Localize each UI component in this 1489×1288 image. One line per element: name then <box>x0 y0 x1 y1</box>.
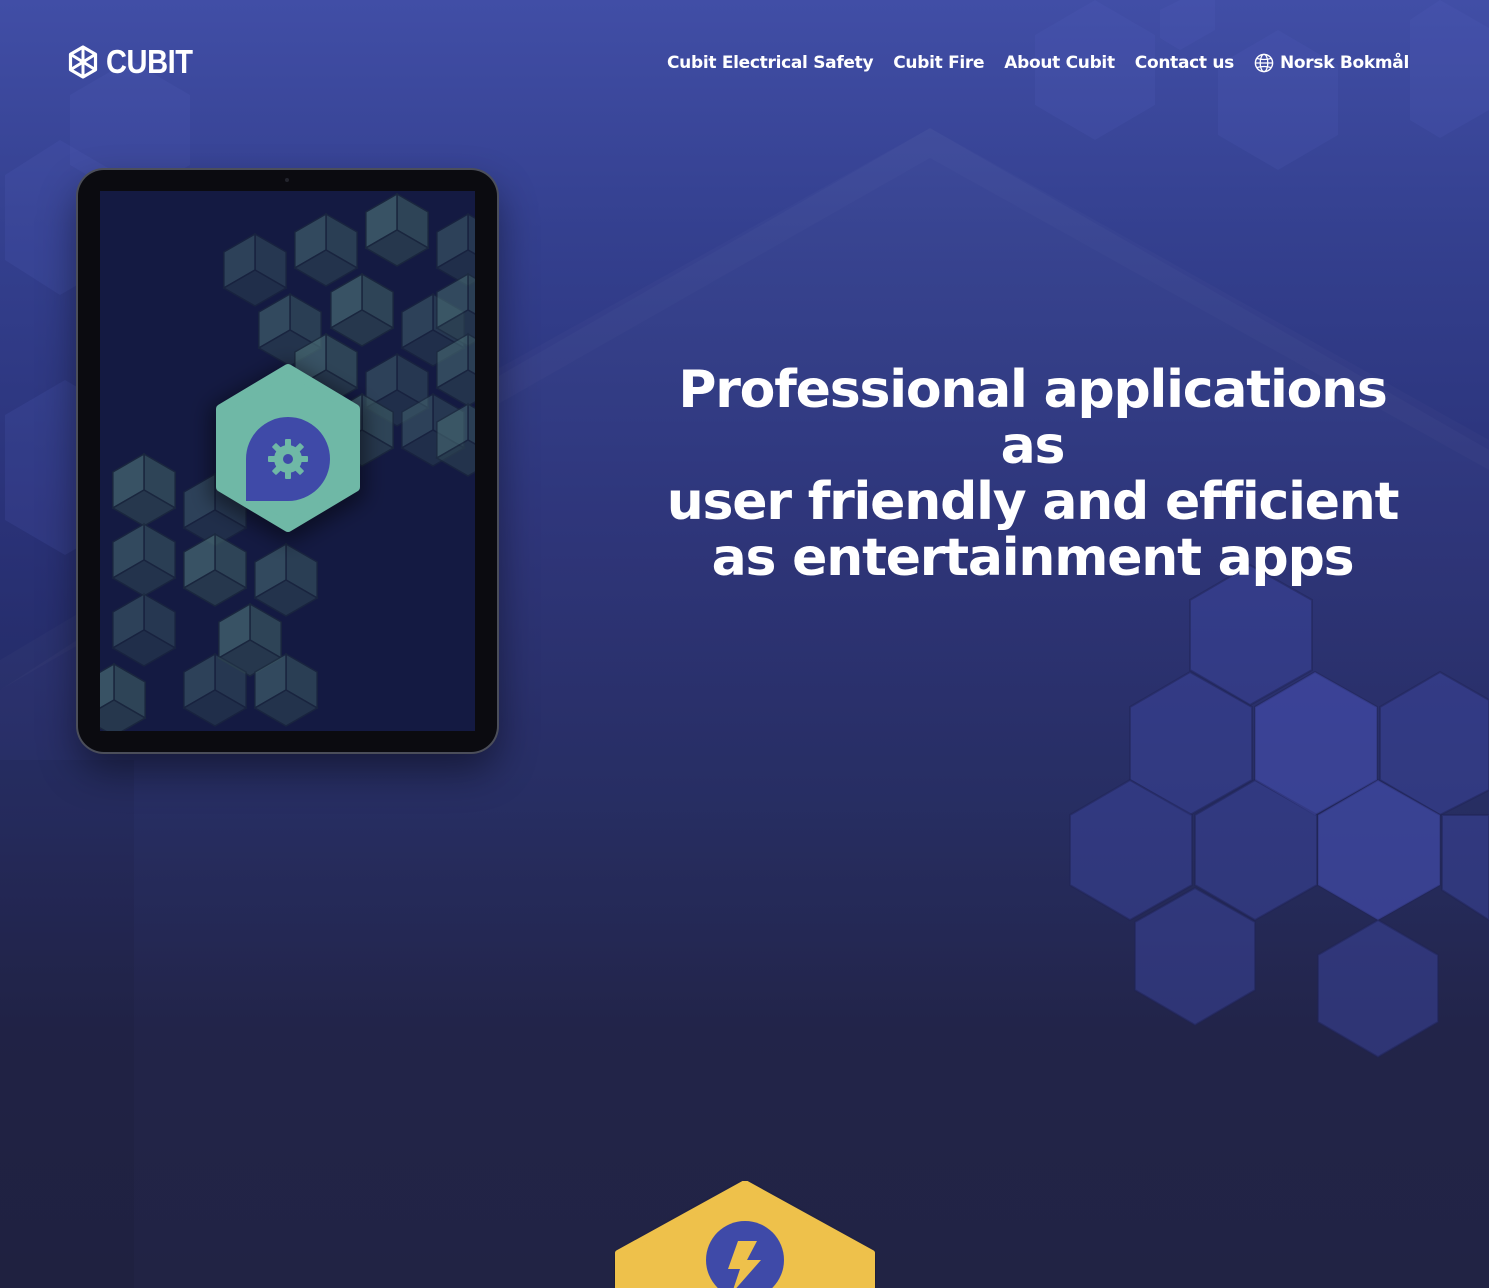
hero-line-1: Professional applications as <box>678 360 1388 476</box>
nav-link-electrical-safety[interactable]: Cubit Electrical Safety <box>667 48 874 78</box>
language-selector[interactable]: Norsk Bokmål <box>1254 48 1409 78</box>
site-header: CUBIT Cubit Electrical Safety Cubit Fire… <box>0 0 1489 124</box>
main-nav: Cubit Electrical Safety Cubit Fire About… <box>667 48 1409 78</box>
globe-icon <box>1254 53 1274 73</box>
cubit-logo-link[interactable]: CUBIT <box>68 44 204 80</box>
gear-pin-icon <box>216 364 360 532</box>
lightning-product-badge[interactable] <box>614 1181 876 1288</box>
tablet-mockup <box>78 170 497 752</box>
hero-headline: Professional applications as user friend… <box>640 362 1425 586</box>
cubit-logo-icon <box>68 45 98 79</box>
nav-link-contact[interactable]: Contact us <box>1135 48 1235 78</box>
language-label: Norsk Bokmål <box>1280 53 1409 73</box>
nav-link-about[interactable]: About Cubit <box>1004 48 1115 78</box>
hero-line-3: as entertainment apps <box>711 528 1355 588</box>
hero-line-2: user friendly and efficient <box>666 472 1400 532</box>
tablet-camera <box>285 178 289 182</box>
tablet-screen-art <box>100 191 475 731</box>
nav-link-fire[interactable]: Cubit Fire <box>893 48 984 78</box>
brand-name: CUBIT <box>106 43 193 80</box>
tablet-screen <box>100 191 475 731</box>
